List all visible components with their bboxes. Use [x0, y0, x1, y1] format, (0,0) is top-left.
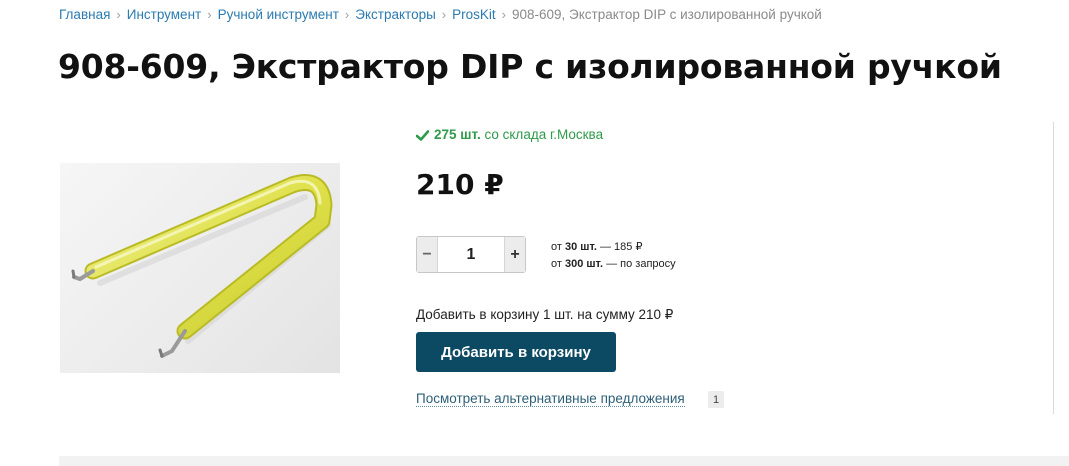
add-to-cart-button[interactable]: Добавить в корзину [416, 332, 616, 372]
price-tier: от 300 шт. — по запросу [551, 257, 676, 270]
breadcrumb-separator: › [344, 7, 350, 22]
price-tier: от 30 шт. — 185 ₽ [551, 241, 643, 253]
divider [1053, 122, 1054, 414]
breadcrumb-proskit[interactable]: ProsKit [452, 7, 496, 22]
product-image[interactable] [60, 163, 340, 373]
cart-summary: Добавить в корзину 1 шт. на сумму 210 ₽ [416, 307, 674, 322]
breadcrumb-tools[interactable]: Инструмент [127, 7, 201, 22]
page-title: 908-609, Экстрактор DIP с изолированной … [58, 47, 1002, 86]
breadcrumb-separator: › [116, 7, 121, 22]
stock-quantity: 275 шт. [434, 127, 481, 142]
breadcrumb-separator: › [501, 7, 506, 22]
alternatives-count-badge: 1 [708, 391, 724, 408]
alternatives-link[interactable]: Посмотреть альтернативные предложения [416, 391, 685, 407]
breadcrumb-separator: › [441, 7, 447, 22]
price-tiers: от 30 шт. — 185 ₽ от 300 шт. — по запрос… [551, 239, 676, 272]
quantity-decrease-button[interactable]: − [417, 237, 437, 272]
quantity-input[interactable] [437, 237, 505, 272]
breadcrumb-hand-tools[interactable]: Ручной инструмент [218, 7, 339, 22]
breadcrumb-separator: › [207, 7, 212, 22]
dip-extractor-image [71, 174, 333, 358]
product-price: 210 ₽ [416, 168, 504, 201]
breadcrumb: Главная › Инструмент › Ручной инструмент › Экс… [59, 7, 822, 22]
breadcrumb-extractors[interactable]: Экстракторы [355, 7, 436, 22]
breadcrumb-home[interactable]: Главная [59, 7, 110, 22]
section-divider [59, 456, 1069, 466]
quantity-stepper: − + [416, 236, 526, 273]
quantity-increase-button[interactable]: + [505, 237, 525, 272]
breadcrumb-current: 908-609, Экстрактор DIP с изолированной … [512, 7, 822, 22]
check-icon [415, 129, 430, 144]
stock-location: со склада г.Москва [484, 127, 604, 142]
stock-status: 275 шт. со склада г.Москва [415, 127, 604, 144]
